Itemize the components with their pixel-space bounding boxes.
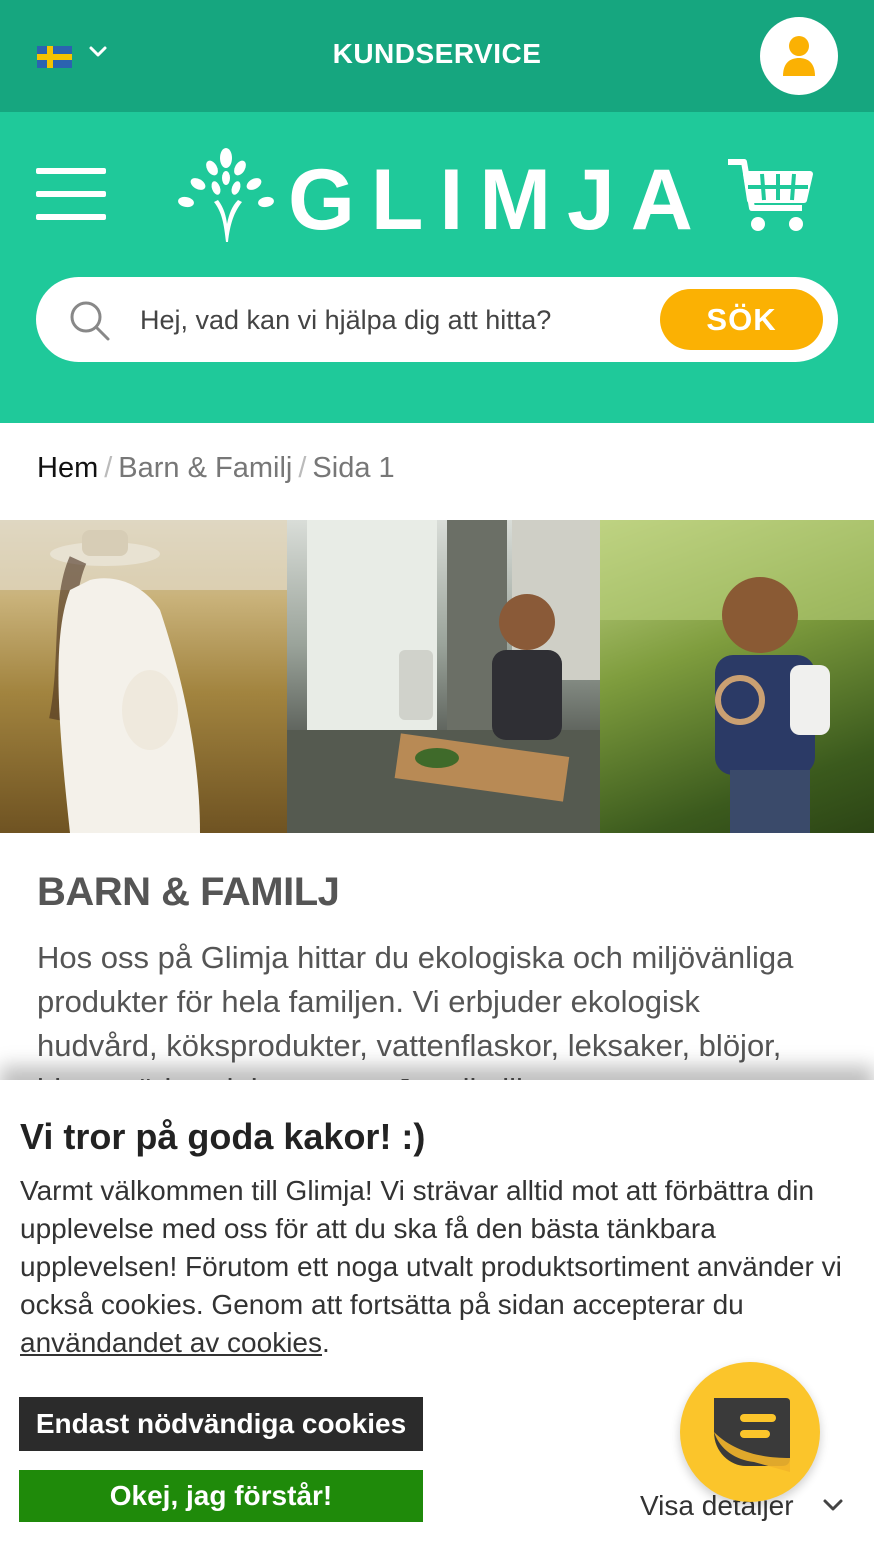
search-icon — [70, 301, 110, 341]
accept-cookies-button[interactable]: Okej, jag förstår! — [19, 1470, 423, 1522]
hamburger-menu-icon[interactable] — [36, 168, 106, 220]
cookie-banner-body: Varmt välkommen till Glimja! Vi strävar … — [20, 1175, 842, 1320]
breadcrumb: Hem / Barn & Familj / Sida 1 — [37, 452, 395, 485]
category-hero-images — [0, 520, 874, 833]
chat-button[interactable] — [680, 1362, 820, 1502]
cookie-banner-text-end: . — [322, 1327, 330, 1358]
hero-photo-child-backpack — [600, 520, 874, 833]
category-description: Hos oss på Glimja hittar du ekologiska o… — [37, 940, 794, 1086]
customer-service-link[interactable]: KUNDSERVICE — [0, 38, 874, 70]
logo-text[interactable]: GLIMJA — [288, 150, 709, 250]
tree-logo-icon — [178, 148, 274, 242]
top-bar: KUNDSERVICE — [0, 0, 874, 112]
breadcrumb-page: Sida 1 — [312, 452, 395, 484]
hero-photo-child-kitchen — [287, 520, 600, 833]
cookie-banner-title: Vi tror på goda kakor! :) — [20, 1116, 426, 1157]
category-title: BARN & FAMILJ — [37, 870, 340, 914]
breadcrumb-category[interactable]: Barn & Familj — [118, 452, 292, 484]
necessary-cookies-button[interactable]: Endast nödvändiga cookies — [19, 1397, 423, 1451]
hero-photo-pregnant-woman-field — [0, 520, 287, 833]
main-header: GLIMJA SÖK — [0, 112, 874, 423]
breadcrumb-separator: / — [298, 452, 307, 484]
shopping-cart-icon[interactable] — [726, 156, 814, 236]
chevron-down-icon[interactable] — [822, 1498, 844, 1514]
breadcrumb-home[interactable]: Hem — [37, 452, 98, 484]
chat-bubble-icon — [714, 1398, 790, 1472]
breadcrumb-separator: / — [104, 452, 113, 484]
search-bar: SÖK — [36, 277, 838, 362]
account-button[interactable] — [760, 17, 838, 95]
cookie-banner-text: Varmt välkommen till Glimja! Vi strävar … — [20, 1172, 850, 1362]
search-button[interactable]: SÖK — [660, 289, 823, 350]
cookie-policy-link[interactable]: användandet av cookies — [20, 1327, 322, 1358]
search-input[interactable] — [140, 299, 640, 341]
user-icon — [783, 36, 815, 76]
